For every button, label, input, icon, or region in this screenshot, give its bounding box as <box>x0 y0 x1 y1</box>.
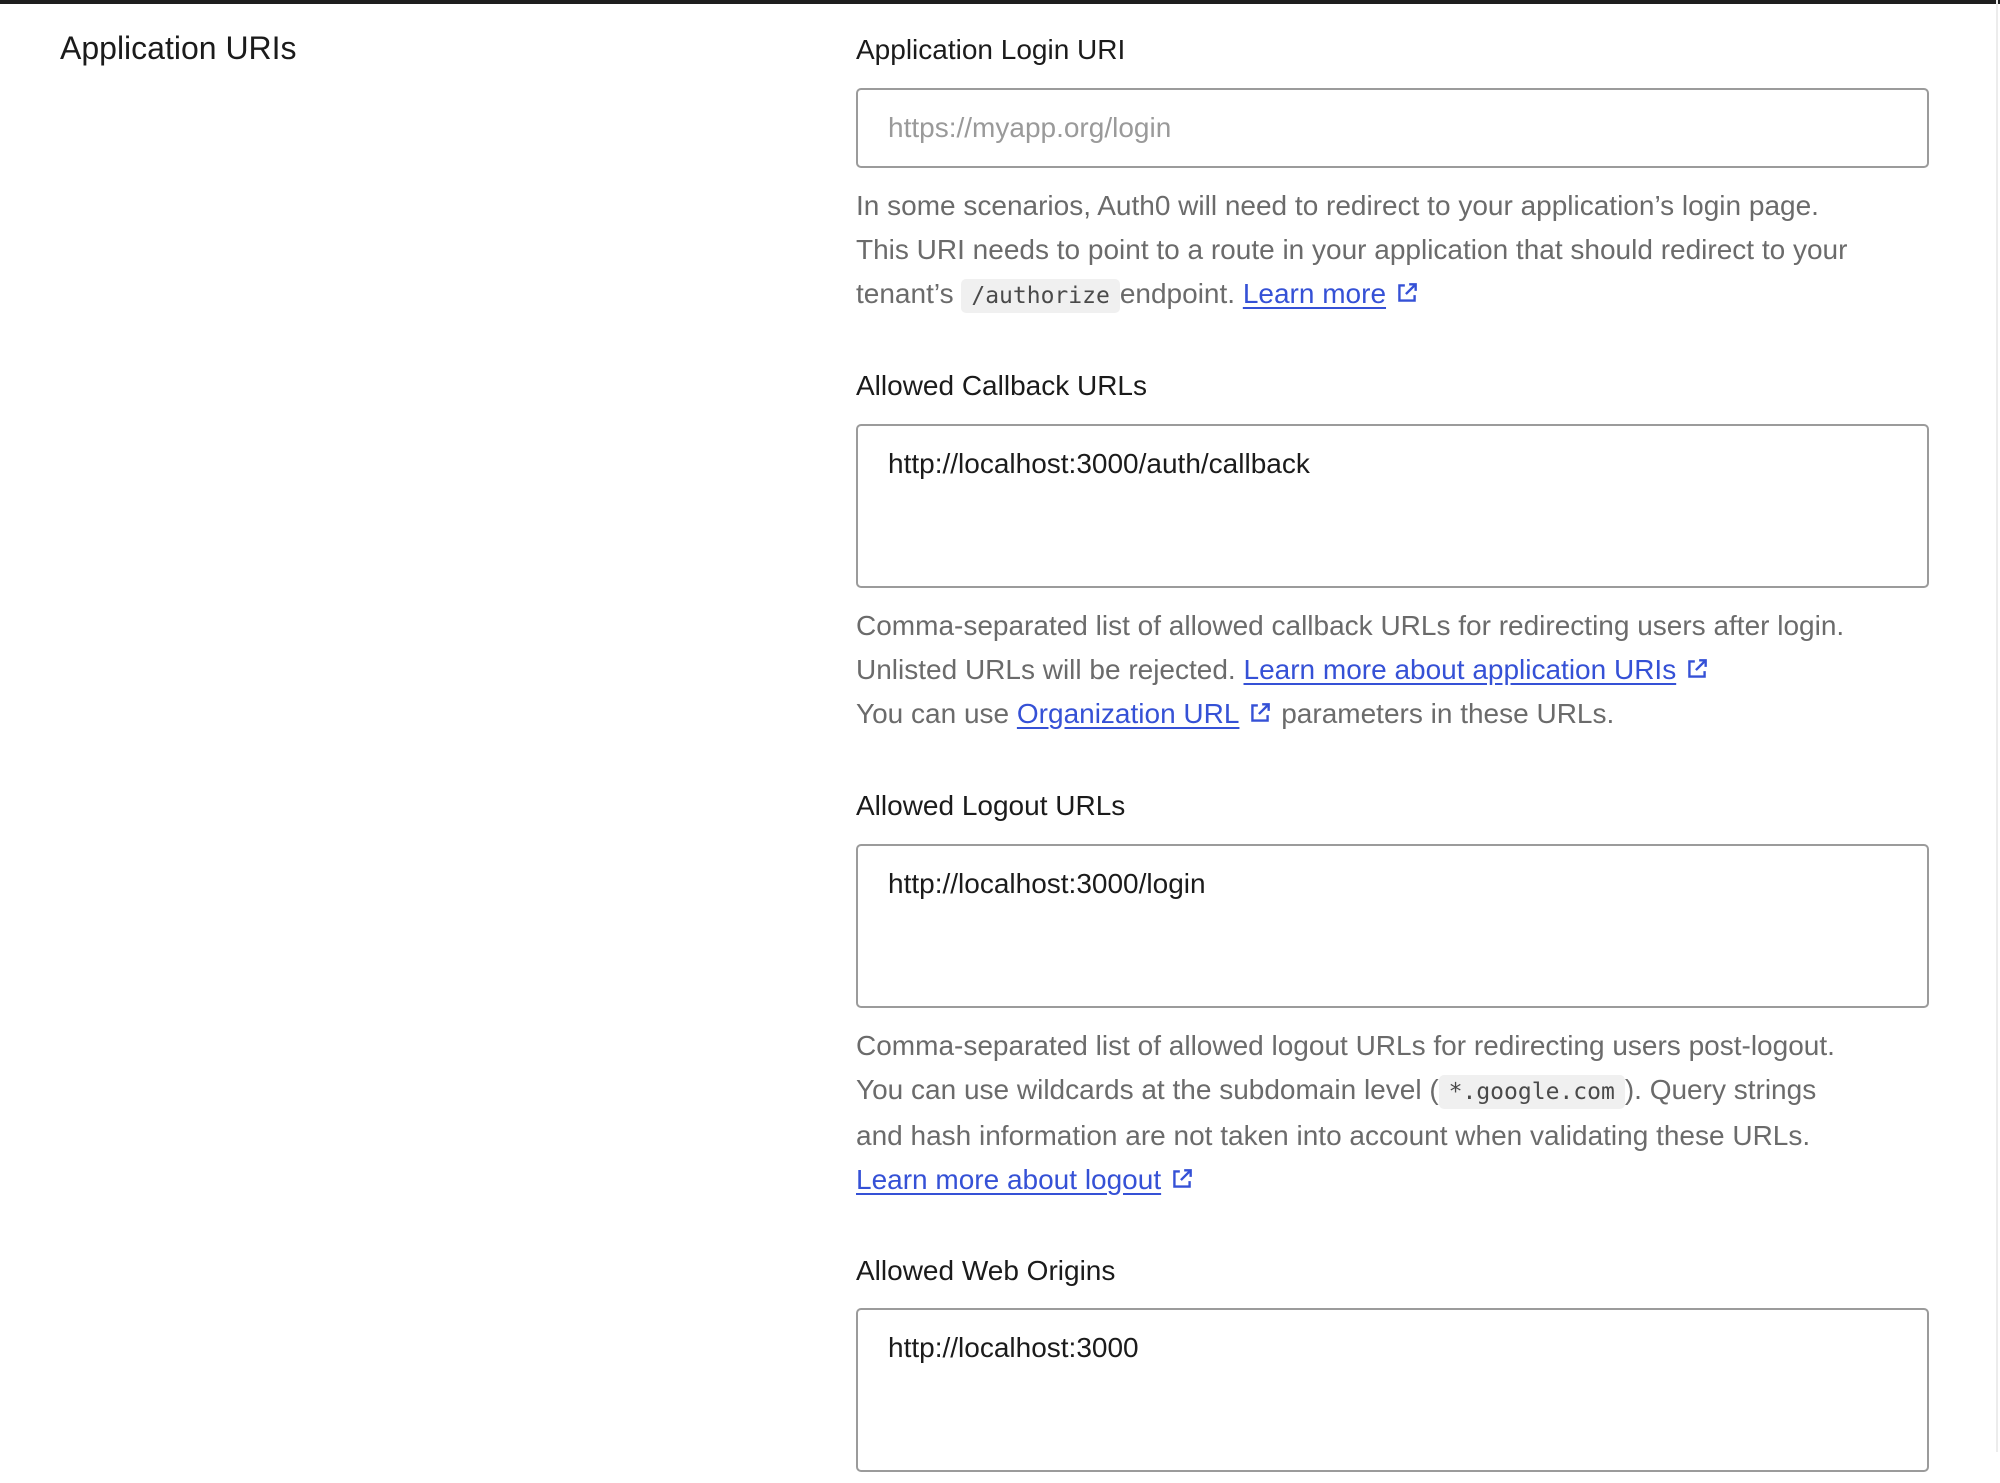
callback-urls-help-line3-post: parameters in these URLs. <box>1273 698 1615 729</box>
callback-urls-textarea[interactable]: http://localhost:3000/auth/callback <box>888 426 1897 594</box>
callback-urls-help-line1: Comma-separated list of allowed callback… <box>856 610 1845 641</box>
callback-urls-help-line3-pre: You can use <box>856 698 1017 729</box>
login-uri-help-line2: This URI needs to point to a route in yo… <box>856 234 1848 265</box>
callback-urls-label: Allowed Callback URLs <box>856 370 1148 401</box>
web-origins-field: Allowed Web Origins <box>856 1251 1929 1291</box>
learn-more-application-uris-link[interactable]: Learn more about application URIs <box>1244 654 1677 685</box>
learn-more-about-logout-link[interactable]: Learn more about logout <box>856 1164 1161 1195</box>
web-origins-textarea[interactable]: http://localhost:3000 <box>888 1310 1897 1478</box>
logout-urls-help: Comma-separated list of allowed logout U… <box>856 1024 1929 1202</box>
authorize-code: /authorize <box>961 279 1120 313</box>
login-uri-help-line3: tenant’s /authorize endpoint. Learn more <box>856 272 1929 318</box>
callback-urls-help: Comma-separated list of allowed callback… <box>856 604 1929 736</box>
organization-url-link[interactable]: Organization URL <box>1017 698 1240 729</box>
login-uri-label: Application Login URI <box>856 34 1126 65</box>
external-link-icon[interactable] <box>1247 700 1273 726</box>
callback-urls-help-line3: You can use Organization URL parameters … <box>856 692 1929 736</box>
login-uri-help: In some scenarios, Auth0 will need to re… <box>856 184 1929 318</box>
callback-urls-help-line2-text: Unlisted URLs will be rejected. <box>856 654 1244 685</box>
login-uri-input-box[interactable] <box>856 88 1929 168</box>
login-uri-learn-more-link[interactable]: Learn more <box>1243 278 1386 309</box>
logout-urls-field: Allowed Logout URLs <box>856 786 1929 826</box>
logout-urls-help-line2: You can use wildcards at the subdomain l… <box>856 1068 1929 1114</box>
logout-urls-help-line4: Learn more about logout <box>856 1158 1929 1202</box>
top-border <box>0 0 2000 4</box>
external-link-icon[interactable] <box>1684 656 1710 682</box>
section-title: Application URIs <box>60 30 297 66</box>
logout-urls-help-line2-pre: You can use wildcards at the subdomain l… <box>856 1074 1439 1105</box>
logout-urls-input-box[interactable]: http://localhost:3000/login <box>856 844 1929 1014</box>
login-uri-help-line1: In some scenarios, Auth0 will need to re… <box>856 190 1819 221</box>
login-uri-field: Application Login URI <box>856 30 1929 70</box>
web-origins-label: Allowed Web Origins <box>856 1255 1116 1286</box>
login-uri-input[interactable] <box>888 90 1897 166</box>
logout-urls-help-line1: Comma-separated list of allowed logout U… <box>856 1030 1835 1061</box>
logout-urls-help-line3: and hash information are not taken into … <box>856 1120 1811 1151</box>
web-origins-input-box[interactable]: http://localhost:3000 <box>856 1308 1929 1478</box>
login-uri-help-pre-code: tenant’s <box>856 278 962 309</box>
google-wildcard-code: *.google.com <box>1438 1075 1625 1109</box>
callback-urls-input-box[interactable]: http://localhost:3000/auth/callback <box>856 424 1929 594</box>
logout-urls-label: Allowed Logout URLs <box>856 790 1126 821</box>
logout-urls-help-line2-post: ). Query strings <box>1624 1074 1817 1105</box>
external-link-icon[interactable] <box>1394 280 1420 306</box>
right-divider <box>1996 0 1998 1452</box>
login-uri-help-post-code: endpoint. <box>1119 278 1243 309</box>
callback-urls-field: Allowed Callback URLs <box>856 366 1929 406</box>
logout-urls-textarea[interactable]: http://localhost:3000/login <box>888 846 1897 1014</box>
callback-urls-help-line2: Unlisted URLs will be rejected. Learn mo… <box>856 648 1929 692</box>
external-link-icon[interactable] <box>1169 1166 1195 1192</box>
